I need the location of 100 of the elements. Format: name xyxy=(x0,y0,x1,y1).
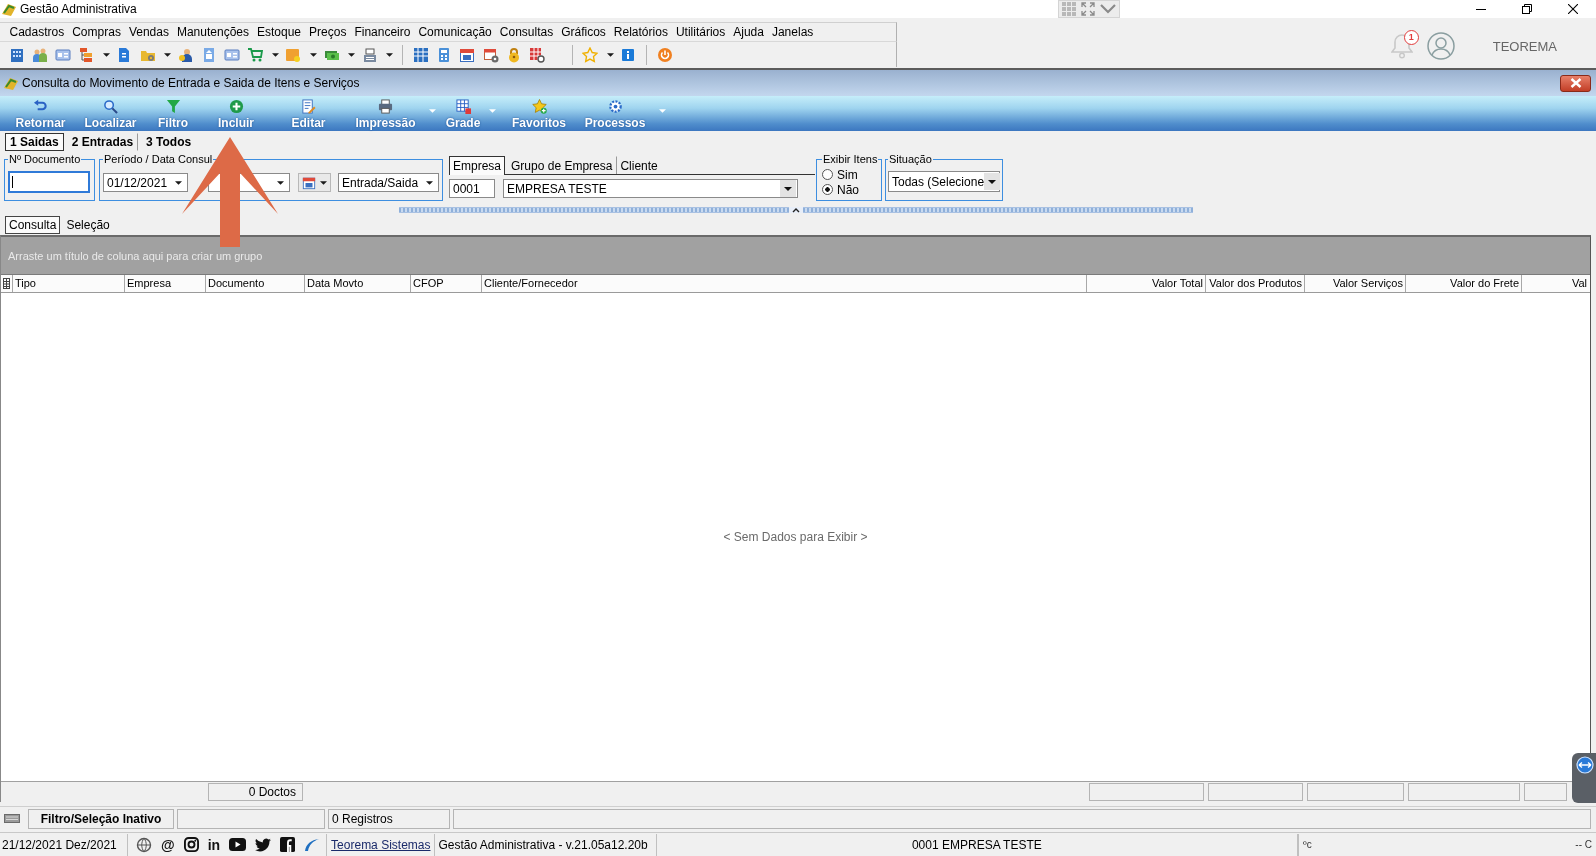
building-icon[interactable] xyxy=(8,46,25,63)
document-input[interactable] xyxy=(8,171,90,193)
id-card-icon[interactable] xyxy=(54,46,71,63)
tab[interactable]: 1 Saidas xyxy=(5,132,64,151)
column-header[interactable]: Documento xyxy=(206,275,305,292)
caret-icon[interactable] xyxy=(175,180,182,185)
menu-item[interactable]: Manutenções xyxy=(173,25,253,39)
tab[interactable]: Grupo de Empresa xyxy=(507,156,617,174)
chevron-up-icon[interactable] xyxy=(789,206,803,213)
company-code-input[interactable]: 0001 xyxy=(449,179,495,198)
menu-item[interactable]: Cadastros xyxy=(6,25,68,39)
column-header[interactable]: Tipo xyxy=(13,275,125,292)
movement-dropdown[interactable]: Entrada/Saida xyxy=(338,173,439,192)
caret-icon[interactable] xyxy=(386,52,394,57)
close-button[interactable] xyxy=(1560,74,1591,92)
radio-button[interactable] xyxy=(822,184,833,195)
id-card-icon[interactable] xyxy=(224,46,241,63)
website-link[interactable]: Teorema Sistemas xyxy=(327,833,436,856)
column-header[interactable]: Val xyxy=(1522,275,1589,292)
grid-dots-icon[interactable] xyxy=(1062,2,1076,16)
option-label[interactable]: Não xyxy=(837,182,859,197)
menu-item[interactable]: Utilitários xyxy=(672,25,729,39)
menu-item[interactable]: Janelas xyxy=(768,25,817,39)
people-icon[interactable] xyxy=(31,46,48,63)
close-icon xyxy=(1569,78,1582,88)
company-dropdown[interactable]: EMPRESA TESTE xyxy=(503,179,798,198)
caret-icon[interactable] xyxy=(984,173,1001,190)
caret-icon[interactable] xyxy=(426,180,433,185)
social-link[interactable]: in xyxy=(207,837,221,852)
caret-icon[interactable] xyxy=(320,180,327,185)
table-search-icon[interactable] xyxy=(528,46,545,63)
option-label[interactable]: Sim xyxy=(837,167,858,182)
swoosh-icon[interactable] xyxy=(304,837,321,852)
menu-item[interactable]: Estoque xyxy=(253,25,305,39)
group-label: Nº Documento xyxy=(8,152,82,166)
calendar-button[interactable] xyxy=(298,173,331,192)
menu-item[interactable]: Ajuda xyxy=(729,25,768,39)
status-panel: 0 Registros xyxy=(328,808,450,829)
menu-item[interactable]: Preços xyxy=(305,25,350,39)
column-header[interactable]: CFOP xyxy=(411,275,482,292)
user-name[interactable]: TEOREMA xyxy=(1492,38,1557,54)
tray-text: -- C xyxy=(1575,839,1592,850)
menu-item[interactable]: Financeiro xyxy=(350,25,414,39)
letter-f-square-icon[interactable] xyxy=(280,837,296,852)
tab[interactable]: 3 Todos xyxy=(141,132,197,151)
menu-item[interactable]: Gráficos xyxy=(557,25,610,39)
column-header[interactable]: Empresa xyxy=(125,275,206,292)
calendar-icon xyxy=(302,175,316,190)
caret-icon[interactable] xyxy=(310,52,318,57)
grid-icon[interactable] xyxy=(3,278,10,289)
person-coin-icon[interactable] xyxy=(177,46,194,63)
window-title: Consulta do Movimento de Entrada e Saida de Itens e Serviços xyxy=(22,76,360,90)
chevron-down-icon[interactable] xyxy=(1100,4,1116,14)
situation-dropdown[interactable]: Todas (Selecione xyxy=(888,171,1000,192)
column-header[interactable]: Valor Total xyxy=(1087,275,1206,292)
menu-item[interactable]: Relatórios xyxy=(610,25,672,39)
caret-icon[interactable] xyxy=(277,180,284,185)
caret-icon[interactable] xyxy=(102,52,110,57)
play-icon[interactable] xyxy=(229,838,247,851)
tab[interactable]: Empresa xyxy=(449,156,506,175)
table-icon[interactable] xyxy=(413,46,430,63)
column-header[interactable]: Data Movto xyxy=(305,275,411,292)
caret-icon[interactable] xyxy=(271,52,279,57)
hierarchy-icon[interactable] xyxy=(78,46,95,63)
group-label: Situação xyxy=(888,152,933,166)
caret-icon[interactable] xyxy=(780,180,796,197)
tab[interactable]: 2 Entradas xyxy=(66,132,139,151)
caret-icon[interactable] xyxy=(348,52,356,57)
column-header[interactable]: Valor Serviços xyxy=(1305,275,1406,292)
menu-item[interactable]: Vendas xyxy=(125,25,173,39)
caret-icon[interactable] xyxy=(164,52,172,57)
bird-icon[interactable] xyxy=(255,837,272,852)
menu-item[interactable]: Consultas xyxy=(496,25,557,39)
power-icon[interactable] xyxy=(656,46,673,63)
calendar-icon[interactable] xyxy=(459,46,476,63)
info-icon[interactable] xyxy=(620,46,637,63)
column-header[interactable]: Cliente/Fornecedor xyxy=(482,275,1087,292)
globe-icon[interactable] xyxy=(136,836,152,853)
date-dropdown[interactable]: 01/12/2021 xyxy=(103,173,188,192)
column-header[interactable]: Valor do Frete xyxy=(1406,275,1522,292)
menu-item[interactable]: Comunicação xyxy=(414,25,496,39)
printer-icon xyxy=(378,99,393,114)
cash-register-icon[interactable] xyxy=(361,46,378,63)
star-icon[interactable] xyxy=(582,46,599,63)
expand-icon[interactable] xyxy=(1081,2,1095,16)
radio-button[interactable] xyxy=(822,169,833,180)
column-header[interactable]: Valor dos Produtos xyxy=(1206,275,1305,292)
logo-icon xyxy=(1,1,17,17)
status-panel: Gestão Administrativa - v.21.05a12.20b xyxy=(435,833,657,856)
calendar-gear-icon[interactable] xyxy=(482,46,499,63)
tab[interactable]: Cliente xyxy=(616,156,662,174)
cart-icon[interactable] xyxy=(247,46,264,63)
tab[interactable]: Seleção xyxy=(62,216,114,234)
caret-icon[interactable] xyxy=(606,52,614,57)
camera-icon[interactable] xyxy=(183,837,199,852)
close-icon xyxy=(1568,4,1578,14)
social-link[interactable]: @ xyxy=(161,837,175,852)
menu-item[interactable]: Compras xyxy=(68,25,125,39)
bell-icon[interactable] xyxy=(1390,33,1413,59)
tab[interactable]: Consulta xyxy=(5,216,61,234)
